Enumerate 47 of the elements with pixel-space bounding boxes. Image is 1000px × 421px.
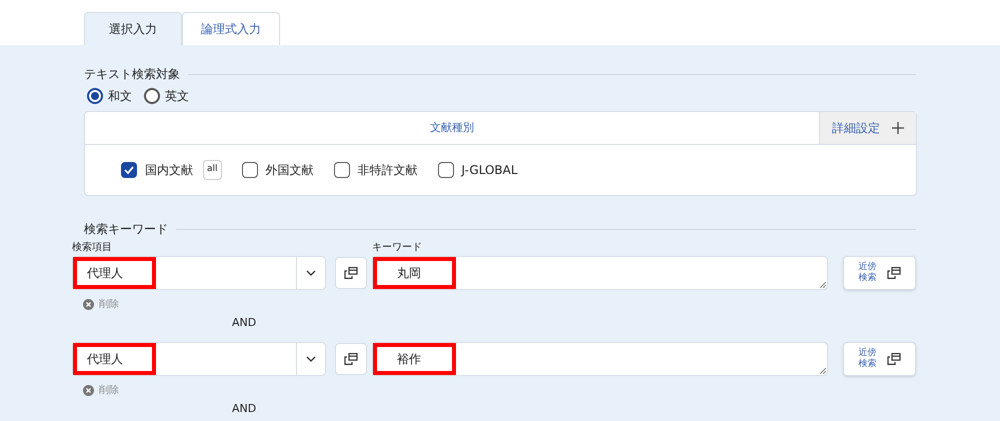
checkbox[interactable] xyxy=(121,162,137,178)
checkbox[interactable] xyxy=(334,162,350,178)
field-value: 代理人 xyxy=(87,265,123,282)
detail-settings-button[interactable]: 詳細設定 xyxy=(819,112,916,144)
radio-label: 和文 xyxy=(108,88,132,105)
operator-label: AND xyxy=(232,402,256,415)
checkbox-label: 国内文献 xyxy=(145,162,193,179)
all-button[interactable]: all xyxy=(203,160,222,180)
keyword-field[interactable]: 丸岡 xyxy=(372,256,828,290)
field-value: 丸岡 xyxy=(397,265,421,282)
checkbox[interactable] xyxy=(242,162,258,178)
copy-button[interactable] xyxy=(335,257,367,289)
tab[interactable]: 選択入力 xyxy=(84,12,182,45)
copy-icon xyxy=(886,267,901,279)
field-value: 代理人 xyxy=(87,351,123,368)
section-title: テキスト検索対象 xyxy=(84,66,180,83)
check-icon xyxy=(123,164,135,176)
plus-icon xyxy=(892,122,904,134)
near-search-button[interactable]: 近傍検索 xyxy=(843,256,916,290)
checkbox-label: J-GLOBAL xyxy=(462,162,518,179)
column-header: キーワード xyxy=(372,241,422,255)
resize-handle-icon xyxy=(820,368,826,374)
field-value: 裕作 xyxy=(397,351,421,368)
checkbox-label: 非特許文献 xyxy=(358,162,418,179)
chevron-down-icon xyxy=(306,356,316,362)
checkbox[interactable] xyxy=(438,162,454,178)
section-title: 検索キーワード xyxy=(84,221,168,238)
keyword-field[interactable]: 裕作 xyxy=(372,342,828,376)
copy-icon xyxy=(344,353,358,365)
operator-label: AND xyxy=(232,316,256,329)
chevron-down-icon xyxy=(306,270,316,276)
tab[interactable]: 論理式入力 xyxy=(182,12,280,45)
radio-label: 英文 xyxy=(165,88,189,105)
checkbox-label: 外国文献 xyxy=(266,162,314,179)
select-field[interactable]: 代理人 xyxy=(72,342,326,376)
delete-icon[interactable] xyxy=(83,385,94,396)
delete-icon[interactable] xyxy=(83,299,94,310)
select-field[interactable]: 代理人 xyxy=(72,256,326,290)
radio-button[interactable] xyxy=(87,88,103,104)
column-header: 検索項目 xyxy=(72,240,113,255)
resize-handle-icon xyxy=(820,282,826,288)
near-search-button[interactable]: 近傍検索 xyxy=(843,342,916,376)
copy-icon xyxy=(344,267,358,279)
copy-button[interactable] xyxy=(335,343,367,375)
radio-button[interactable] xyxy=(144,88,160,104)
copy-icon xyxy=(886,353,901,365)
panel-title: 文献種別 xyxy=(430,120,474,136)
